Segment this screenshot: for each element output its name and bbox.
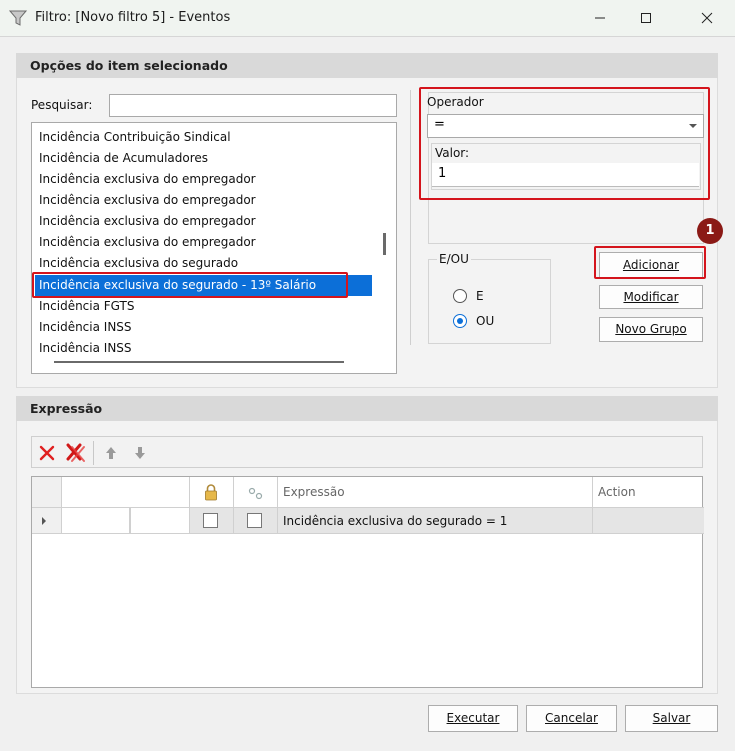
link-checkbox[interactable] [247, 513, 262, 528]
add-button-highlight [594, 246, 706, 279]
expression-toolbar [31, 436, 703, 468]
close-button[interactable] [684, 0, 730, 36]
options-panel-title: Opções do item selecionado [30, 58, 228, 73]
execute-button[interactable]: Executar [428, 705, 518, 732]
minimize-icon [595, 17, 605, 19]
lock-checkbox[interactable] [203, 513, 218, 528]
grid-header-link [234, 477, 278, 508]
grid-header-action[interactable]: Action [593, 477, 704, 508]
expression-panel-header: Expressão [16, 396, 718, 421]
search-label: Pesquisar: [31, 98, 93, 112]
close-icon [701, 12, 713, 24]
modify-button[interactable]: Modificar [599, 285, 703, 309]
radio-e-label: E [476, 289, 484, 303]
operator-value-highlight [419, 87, 710, 200]
list-item[interactable]: Incidência exclusiva do empregador [39, 211, 256, 232]
row-cell-link[interactable] [234, 508, 278, 534]
radio-e[interactable] [453, 289, 467, 303]
row-pointer-icon [42, 517, 46, 525]
field-list[interactable]: Incidência Contribuição Sindical Incidên… [31, 122, 397, 374]
new-group-button[interactable]: Novo Grupo [599, 317, 703, 342]
cancel-button-label: Cancelar [545, 711, 598, 725]
row-cell-lock[interactable] [190, 508, 234, 534]
title-divider [0, 36, 735, 37]
maximize-icon [641, 13, 651, 23]
delete-icon[interactable] [38, 444, 56, 462]
minimize-button[interactable] [577, 0, 623, 36]
row-cell-expression[interactable]: Incidência exclusiva do segurado = 1 [278, 508, 593, 534]
row-cell-blank-b[interactable] [130, 508, 190, 534]
expression-panel-title: Expressão [30, 401, 103, 416]
lock-icon [205, 484, 217, 501]
grid-header-lock [190, 477, 234, 508]
cancel-button[interactable]: Cancelar [526, 705, 617, 732]
options-panel-header: Opções do item selecionado [16, 53, 718, 78]
save-button[interactable]: Salvar [625, 705, 718, 732]
link-icon [248, 487, 263, 500]
new-group-button-label: Novo Grupo [615, 322, 687, 336]
toolbar-separator [93, 441, 94, 465]
delete-all-icon[interactable] [64, 442, 86, 464]
list-item[interactable]: Incidência INSS [39, 338, 132, 352]
list-item[interactable]: Incidência exclusiva do segurado [39, 253, 238, 274]
arrow-down-icon[interactable] [133, 445, 147, 461]
save-button-label: Salvar [652, 711, 691, 725]
expression-grid: Expressão Action Incidência exclusiva do… [31, 476, 704, 688]
list-item[interactable]: Incidência exclusiva do empregador [39, 190, 256, 211]
eou-group [428, 259, 551, 344]
maximize-button[interactable] [623, 0, 669, 36]
selected-item-highlight [32, 272, 348, 298]
eou-label: E/OU [437, 252, 471, 266]
window-title: Filtro: [Novo filtro 5] - Eventos [35, 10, 231, 25]
search-input[interactable] [109, 94, 397, 117]
row-cell-action[interactable] [593, 508, 704, 534]
radio-ou[interactable] [453, 314, 467, 328]
radio-ou-label: OU [476, 314, 495, 328]
grid-header-blank [62, 477, 190, 508]
execute-button-label: Executar [446, 711, 500, 725]
arrow-up-icon[interactable] [104, 445, 118, 461]
filter-icon [9, 10, 27, 26]
list-item[interactable]: Incidência exclusiva do empregador [39, 169, 256, 190]
list-item[interactable]: Incidência Contribuição Sindical [39, 127, 231, 148]
grid-header-expression[interactable]: Expressão [278, 477, 593, 508]
grid-header-indicator [32, 477, 62, 508]
list-item[interactable]: Incidência FGTS [39, 296, 135, 317]
vertical-divider [410, 90, 411, 345]
vertical-scrollbar[interactable] [383, 233, 386, 255]
title-bar: Filtro: [Novo filtro 5] - Eventos [0, 0, 735, 36]
row-cell-blank-a[interactable] [62, 508, 130, 534]
step-badge: 1 [697, 218, 723, 244]
modify-button-label: Modificar [623, 290, 679, 304]
horizontal-scrollbar[interactable] [54, 361, 344, 363]
list-item[interactable]: Incidência INSS [39, 317, 132, 338]
row-indicator[interactable] [32, 508, 62, 534]
list-item[interactable]: Incidência de Acumuladores [39, 148, 208, 169]
list-item[interactable]: Incidência exclusiva do empregador [39, 232, 256, 253]
